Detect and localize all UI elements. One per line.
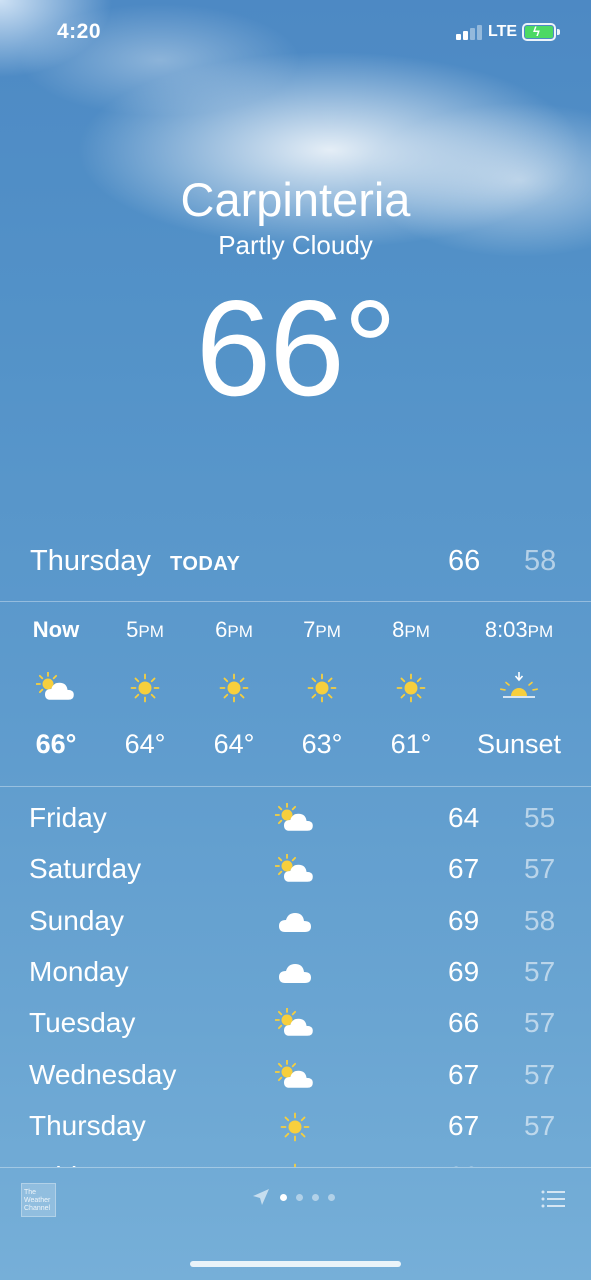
- partly-cloudy-icon: [275, 1007, 315, 1041]
- daily-forecast-list[interactable]: Friday 64 55 Saturday 67 57 Sunday 69 58…: [0, 788, 591, 1167]
- location-arrow-icon[interactable]: [252, 1188, 270, 1206]
- daily-day-name: Thursday: [29, 1109, 146, 1141]
- page-dot[interactable]: [280, 1194, 287, 1201]
- divider: [0, 1167, 591, 1168]
- hourly-item: 6PM 64°: [189, 617, 279, 760]
- sun-icon: [189, 669, 279, 707]
- daily-low: 58: [524, 904, 556, 936]
- partly-cloudy-icon: [275, 853, 315, 887]
- daily-high: 69: [448, 955, 480, 987]
- daily-row: Wednesday 67 57: [29, 1059, 562, 1099]
- daily-low: 57: [524, 955, 556, 987]
- daily-high: 69: [448, 904, 480, 936]
- hourly-time: 7PM: [303, 617, 341, 642]
- hourly-time: 6PM: [215, 617, 253, 642]
- hourly-time: 5PM: [126, 617, 164, 642]
- daily-low: 55: [524, 802, 556, 833]
- daily-row: Monday 69 57: [29, 956, 562, 996]
- cloud-icon: [275, 956, 315, 990]
- partly-cloudy-icon: [11, 669, 101, 707]
- daily-row: Sunday 69 58: [29, 905, 562, 945]
- daily-row: Tuesday 66 57: [29, 1007, 562, 1047]
- hourly-time: 8PM: [392, 617, 430, 642]
- hourly-item: 8:03PM Sunset: [474, 617, 564, 760]
- hourly-forecast[interactable]: Now 66° 5PM 64° 6PM 64° 7PM 63° 8PM 61° 8:03PM Sun…: [0, 0, 591, 790]
- daily-high: 67: [448, 1109, 480, 1141]
- hourly-temperature: Sunset: [476, 729, 562, 759]
- sun-icon: [275, 1110, 315, 1144]
- city-list-icon[interactable]: [541, 1189, 565, 1209]
- sun-icon: [277, 669, 367, 707]
- daily-low: 57: [524, 853, 556, 885]
- daily-low: 57: [524, 1058, 556, 1090]
- daily-day-name: Tuesday: [29, 1007, 136, 1039]
- hourly-item: Now 66°: [11, 617, 101, 760]
- daily-day-name: Wednesday: [29, 1058, 177, 1090]
- page-indicator[interactable]: [280, 1194, 335, 1201]
- daily-day-name: Monday: [29, 955, 129, 987]
- daily-high: 67: [448, 853, 480, 885]
- hourly-item: 5PM 64°: [100, 617, 190, 760]
- hourly-item: 8PM 61°: [366, 617, 456, 760]
- sun-icon: [100, 669, 190, 707]
- home-indicator[interactable]: [190, 1261, 401, 1267]
- hourly-temperature: 63°: [301, 729, 343, 759]
- sun-icon: [366, 669, 456, 707]
- daily-row: Saturday 67 57: [29, 853, 562, 893]
- page-dot[interactable]: [328, 1194, 335, 1201]
- daily-day-name: Saturday: [29, 853, 142, 885]
- hourly-item: 7PM 63°: [277, 617, 367, 760]
- weather-channel-logo-text: The Weather Channel: [24, 1189, 51, 1212]
- daily-high: 66: [448, 1007, 480, 1039]
- hourly-temperature: 61°: [390, 729, 432, 759]
- hourly-time: Now: [32, 617, 80, 642]
- weather-channel-logo[interactable]: The Weather Channel: [21, 1183, 56, 1217]
- daily-day-name: Friday: [29, 802, 107, 833]
- page-dot[interactable]: [296, 1194, 303, 1201]
- hourly-time: 8:03PM: [484, 617, 554, 642]
- sunset-icon: [474, 669, 564, 707]
- hourly-temperature: 66°: [35, 729, 77, 759]
- partly-cloudy-icon: [275, 802, 315, 836]
- daily-low: 57: [524, 1109, 556, 1141]
- daily-row: Thursday 67 57: [29, 1110, 562, 1150]
- daily-low: 57: [524, 1007, 556, 1039]
- divider: [0, 786, 591, 787]
- hourly-temperature: 64°: [213, 729, 255, 759]
- hourly-temperature: 64°: [124, 729, 166, 759]
- daily-row: Friday 64 55: [29, 802, 562, 842]
- daily-high: 64: [448, 802, 480, 833]
- cloud-icon: [275, 905, 315, 939]
- daily-day-name: Sunday: [29, 904, 124, 936]
- daily-high: 67: [448, 1058, 480, 1090]
- partly-cloudy-icon: [275, 1059, 315, 1093]
- page-dot[interactable]: [312, 1194, 319, 1201]
